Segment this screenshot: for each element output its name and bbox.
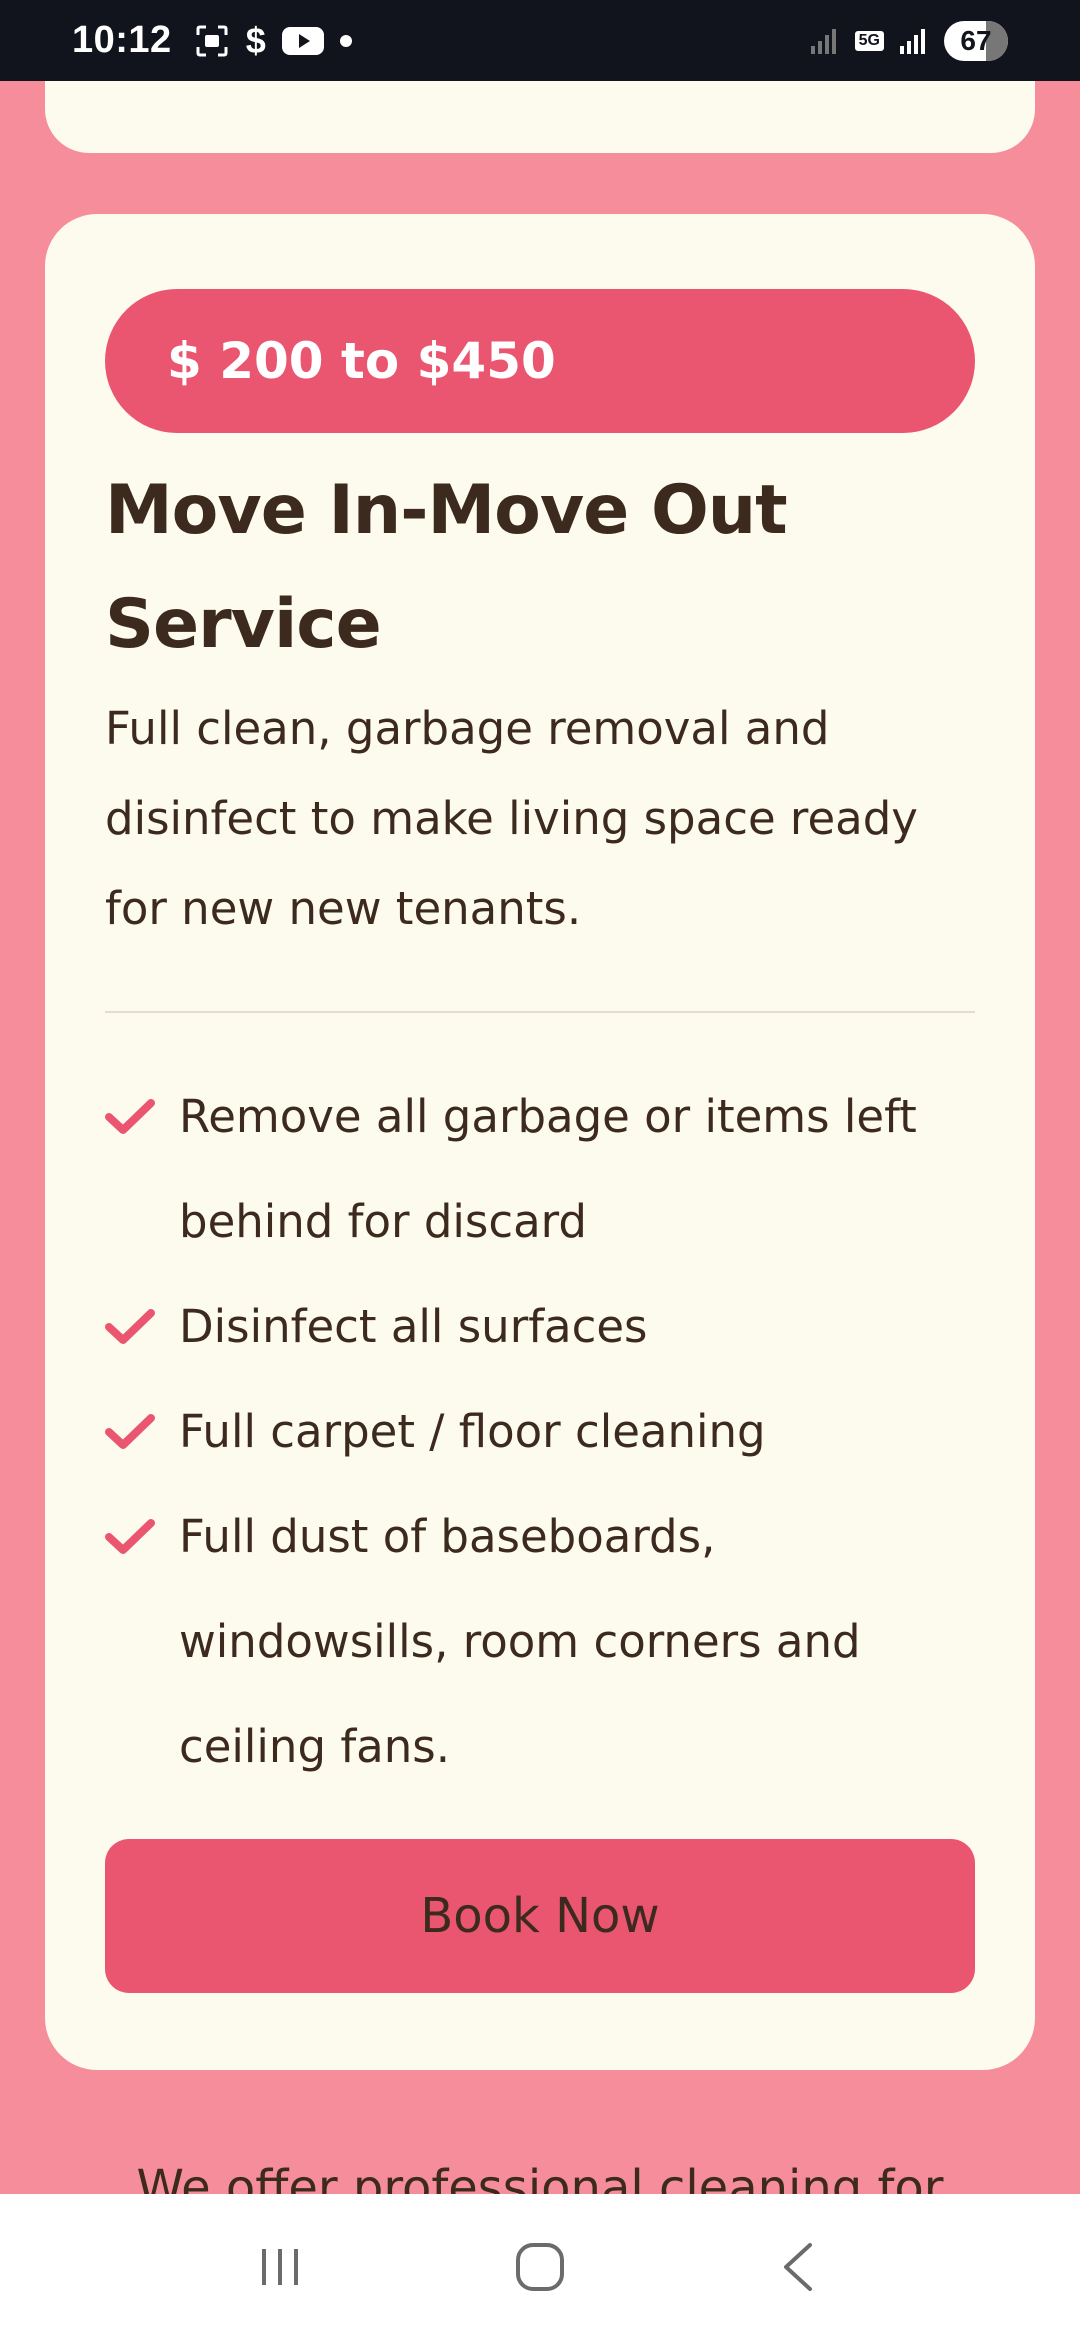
check-icon xyxy=(105,1484,159,1589)
divider xyxy=(105,1011,975,1013)
status-right-icons: 5G 67 xyxy=(809,20,1008,61)
service-description: Full clean, garbage removal and disinfec… xyxy=(105,702,918,935)
back-icon[interactable] xyxy=(755,2222,845,2312)
status-time: 10:12 xyxy=(72,19,172,61)
service-card: $ 200 to $450 Move In-Move Out Service F… xyxy=(45,214,1035,2070)
feature-text: Disinfect all surfaces xyxy=(179,1300,648,1353)
feature-list: Remove all garbage or items left behind … xyxy=(105,1064,985,1799)
check-icon xyxy=(105,1379,159,1484)
screenshot-icon xyxy=(194,23,230,59)
service-title-line2: Service xyxy=(105,585,382,664)
check-icon xyxy=(105,1274,159,1379)
navigation-bar xyxy=(0,2194,1080,2340)
feature-item: Full dust of baseboards, windowsills, ro… xyxy=(105,1484,985,1799)
youtube-icon xyxy=(281,25,324,57)
screen: 10:12 $ 5G 67 $ 200 to $450 Move In-Move… xyxy=(0,0,1080,2340)
feature-item: Full carpet / floor cleaning xyxy=(105,1379,985,1484)
home-icon[interactable] xyxy=(495,2222,585,2312)
dollar-icon: $ xyxy=(245,19,266,61)
5g-icon: 5G xyxy=(854,30,884,51)
service-title-line1: Move In-Move Out xyxy=(105,471,788,550)
feature-text: Full dust of baseboards, windowsills, ro… xyxy=(179,1510,861,1773)
status-left-icons: $ xyxy=(194,20,352,62)
signal-weak-icon xyxy=(809,26,841,56)
feature-text: Remove all garbage or items left behind … xyxy=(179,1090,917,1248)
recent-apps-icon[interactable] xyxy=(235,2222,325,2312)
battery-level: 67 xyxy=(960,24,992,56)
battery-icon: 67 xyxy=(944,20,1008,61)
feature-item: Disinfect all surfaces xyxy=(105,1274,985,1379)
check-icon xyxy=(105,1064,159,1169)
service-title: Move In-Move Out Service xyxy=(105,454,975,682)
feature-text: Full carpet / floor cleaning xyxy=(179,1405,766,1458)
feature-item: Remove all garbage or items left behind … xyxy=(105,1064,985,1274)
price-badge: $ 200 to $450 xyxy=(105,289,975,433)
book-now-button[interactable]: Book Now xyxy=(105,1839,975,1993)
signal-icon xyxy=(898,26,930,56)
status-bar: 10:12 $ 5G 67 xyxy=(0,0,1080,81)
dot-icon xyxy=(339,34,352,47)
